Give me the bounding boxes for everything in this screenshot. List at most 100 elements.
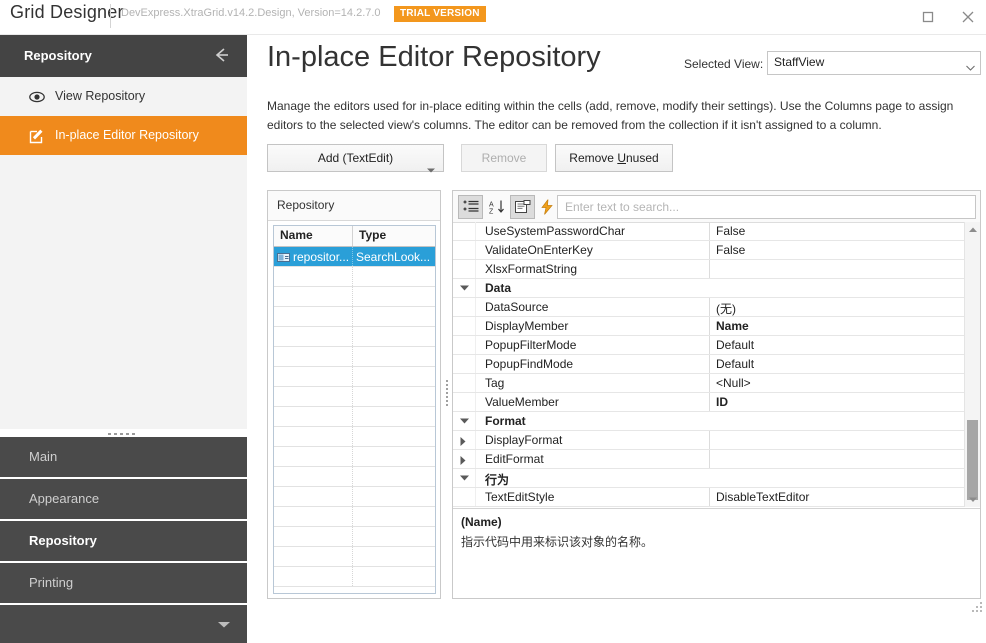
- property-grid-panel: A Z Enter text to search... UseSystemPas…: [452, 190, 981, 599]
- table-row-empty[interactable]: [274, 527, 435, 547]
- sidebar-nav-repository[interactable]: Repository: [0, 521, 247, 563]
- column-header-name[interactable]: Name: [274, 226, 353, 246]
- property-name: PopupFilterMode: [476, 336, 710, 354]
- table-row-empty[interactable]: [274, 367, 435, 387]
- property-rows: UseSystemPasswordChar False ValidateOnEnte…: [453, 222, 965, 507]
- remove-unused-label-post: nused: [626, 151, 659, 165]
- sidebar-nav-main[interactable]: Main: [0, 437, 247, 479]
- table-row-empty[interactable]: [274, 427, 435, 447]
- sidebar-item-view-repository[interactable]: View Repository: [0, 77, 247, 116]
- row-expander: [453, 336, 476, 354]
- property-row[interactable]: DataSource (无): [453, 298, 965, 317]
- property-category-row[interactable]: Data: [453, 279, 965, 298]
- property-value[interactable]: <Null>: [710, 374, 965, 392]
- property-row[interactable]: PopupFindMode Default: [453, 355, 965, 374]
- table-row-empty[interactable]: [274, 447, 435, 467]
- property-row[interactable]: DisplayMember Name: [453, 317, 965, 336]
- row-expander[interactable]: [453, 412, 476, 430]
- property-row[interactable]: UseSystemPasswordChar False: [453, 222, 965, 241]
- scroll-up-icon: [968, 227, 977, 232]
- row-expander: [453, 317, 476, 335]
- property-value[interactable]: Default: [710, 336, 965, 354]
- sidebar-nav-printing[interactable]: Printing: [0, 563, 247, 605]
- table-row-empty[interactable]: [274, 467, 435, 487]
- table-row-empty[interactable]: [274, 287, 435, 307]
- selected-view-combobox[interactable]: StaffView: [767, 51, 981, 75]
- row-expander[interactable]: [453, 469, 476, 487]
- close-icon: [962, 11, 974, 23]
- property-name: Data: [485, 281, 512, 295]
- property-pages-button[interactable]: [510, 195, 535, 219]
- scroll-down-button[interactable]: [965, 492, 980, 507]
- table-row-empty[interactable]: [274, 547, 435, 567]
- table-row[interactable]: repositor... SearchLook...: [274, 247, 435, 267]
- property-row[interactable]: TextEditStyle DisableTextEditor: [453, 488, 965, 507]
- table-row-empty[interactable]: [274, 327, 435, 347]
- remove-unused-button[interactable]: Remove Unused: [555, 144, 673, 172]
- title-separator: [110, 4, 111, 28]
- property-row[interactable]: DisplayFormat: [453, 431, 965, 450]
- property-value[interactable]: [710, 260, 965, 278]
- table-row-empty[interactable]: [274, 307, 435, 327]
- property-value: [710, 279, 965, 297]
- panel-splitter[interactable]: [443, 190, 451, 597]
- sidebar-nav-appearance[interactable]: Appearance: [0, 479, 247, 521]
- remove-button[interactable]: Remove: [461, 144, 547, 172]
- categorized-view-icon: [463, 200, 478, 212]
- scrollbar-thumb[interactable]: [967, 420, 978, 500]
- property-search-box[interactable]: [557, 195, 976, 219]
- property-value[interactable]: ID: [710, 393, 965, 411]
- row-expander[interactable]: [453, 450, 476, 468]
- property-row[interactable]: XlsxFormatString: [453, 260, 965, 279]
- row-expander[interactable]: [453, 431, 476, 449]
- property-row[interactable]: Tag <Null>: [453, 374, 965, 393]
- edit-pencil-icon: [29, 116, 49, 155]
- property-name: ValidateOnEnterKey: [476, 241, 710, 259]
- property-category-row[interactable]: 行为: [453, 469, 965, 488]
- alphabetical-sort-icon: A Z: [489, 200, 504, 215]
- property-row[interactable]: PopupFilterMode Default: [453, 336, 965, 355]
- property-grid-scrollbar[interactable]: [964, 222, 980, 507]
- add-editor-button[interactable]: Add (TextEdit): [267, 144, 444, 173]
- property-value[interactable]: Name: [710, 317, 965, 335]
- property-category-row[interactable]: Format: [453, 412, 965, 431]
- table-row-empty[interactable]: [274, 567, 435, 587]
- sidebar-item-inplace-editor-repository[interactable]: In-place Editor Repository: [0, 116, 247, 155]
- property-row[interactable]: EditFormat: [453, 450, 965, 469]
- table-row-empty[interactable]: [274, 267, 435, 287]
- events-button[interactable]: [534, 195, 559, 219]
- property-value[interactable]: (无): [710, 298, 965, 316]
- repository-grid[interactable]: Name Type repositor... SearchLook...: [273, 225, 436, 594]
- search-input[interactable]: [563, 196, 971, 218]
- window-resize-grip[interactable]: [971, 601, 983, 613]
- scroll-up-button[interactable]: [965, 222, 980, 237]
- table-row-empty[interactable]: [274, 387, 435, 407]
- close-button[interactable]: [946, 0, 986, 34]
- property-value[interactable]: False: [710, 222, 965, 240]
- editor-item-icon: [277, 251, 290, 263]
- table-row-empty[interactable]: [274, 347, 435, 367]
- row-expander: [453, 355, 476, 373]
- row-expander: [453, 393, 476, 411]
- property-value[interactable]: [710, 450, 965, 468]
- alphabetical-sort-button[interactable]: A Z: [484, 195, 509, 219]
- property-value[interactable]: [710, 431, 965, 449]
- table-row-empty[interactable]: [274, 407, 435, 427]
- property-value[interactable]: DisableTextEditor: [710, 488, 965, 506]
- row-expander[interactable]: [453, 279, 476, 297]
- property-value[interactable]: Default: [710, 355, 965, 373]
- maximize-button[interactable]: [906, 0, 950, 34]
- row-expander: [453, 222, 476, 240]
- back-button[interactable]: [211, 46, 233, 66]
- property-row[interactable]: ValueMember ID: [453, 393, 965, 412]
- expander-right-icon: [460, 437, 466, 446]
- property-value[interactable]: False: [710, 241, 965, 259]
- property-row[interactable]: ValidateOnEnterKey False: [453, 241, 965, 260]
- categorized-view-button[interactable]: [458, 195, 483, 219]
- column-header-type[interactable]: Type: [353, 226, 435, 246]
- sidebar-nav-more-button[interactable]: [0, 605, 247, 643]
- scroll-down-icon: [968, 497, 977, 502]
- remove-unused-accelerator: U: [617, 151, 626, 165]
- table-row-empty[interactable]: [274, 487, 435, 507]
- table-row-empty[interactable]: [274, 507, 435, 527]
